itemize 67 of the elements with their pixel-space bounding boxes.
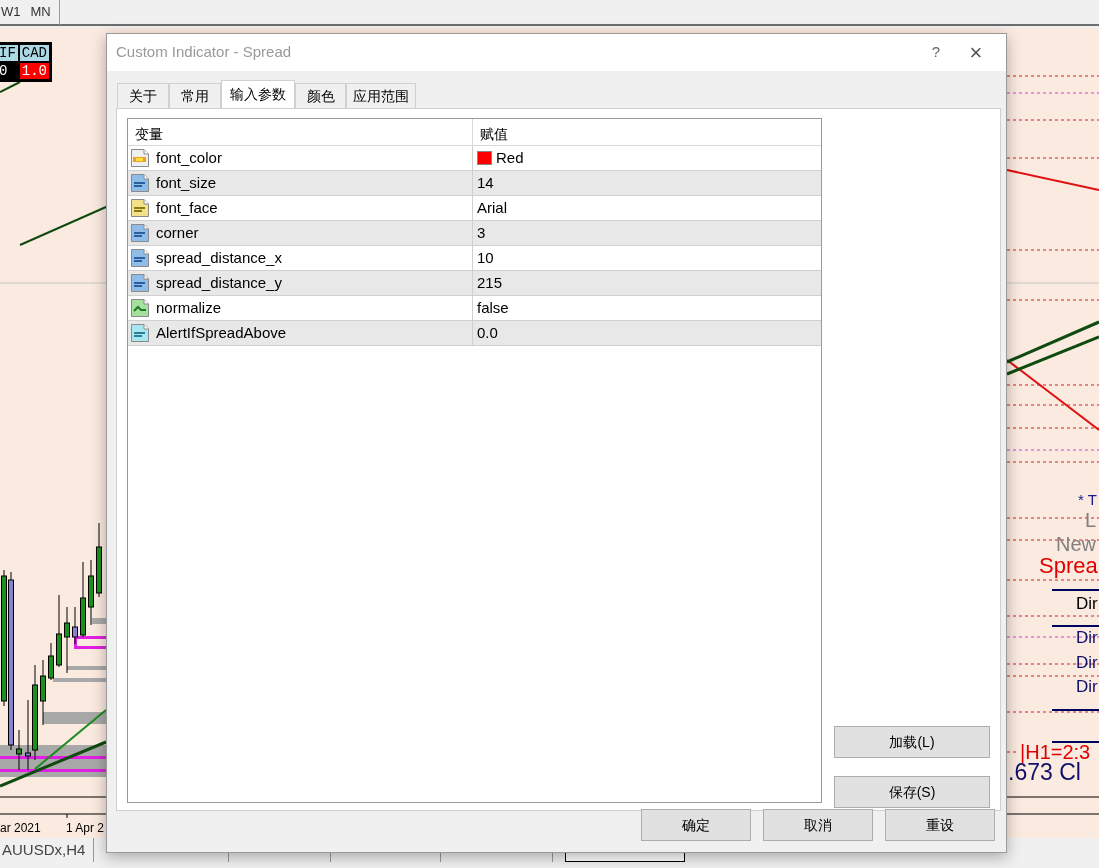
parameter-value: 14 (477, 172, 494, 193)
parameter-value: 10 (477, 247, 494, 268)
dialog-button[interactable]: 重设 (885, 809, 995, 841)
number-parameter-icon (130, 173, 150, 193)
help-button[interactable]: ? (916, 41, 956, 64)
tab[interactable]: 输入参数 (221, 80, 295, 108)
parameter-name: corner (156, 222, 199, 243)
axis-label: 1 Apr 2 (66, 820, 105, 837)
candle (88, 559, 94, 626)
number-parameter-icon (130, 223, 150, 243)
column-header: 赋值 (479, 125, 509, 144)
level-line (1051, 625, 1099, 627)
price-zone (67, 666, 106, 670)
chart-label: Dir (1076, 678, 1098, 695)
parameter-name: spread_distance_y (156, 272, 282, 293)
dialog-button[interactable]: 保存(S) (834, 776, 990, 808)
symbol-tab[interactable]: AUUSDx,H4 (0, 838, 95, 862)
level-line (1006, 751, 1018, 753)
level-line (1051, 589, 1099, 591)
parameter-name: font_color (156, 147, 222, 168)
column-header: 变量 (128, 119, 473, 145)
dialog-button[interactable]: 加载(L) (834, 726, 990, 758)
trend-line (0, 81, 21, 93)
table-header: CAD (19, 45, 50, 61)
parameter-name: font_size (156, 172, 217, 193)
chart-label: Dir (1076, 595, 1098, 612)
tab[interactable]: 颜色 (295, 83, 346, 108)
price-zone (92, 618, 106, 624)
number-parameter-icon (130, 273, 150, 293)
chart-label: L (1085, 510, 1097, 530)
parameter-name: AlertIfSpreadAbove (156, 322, 287, 343)
dialog-button[interactable]: 取消 (763, 809, 873, 841)
fraction-parameter-icon (130, 323, 150, 343)
level-line (1051, 741, 1099, 743)
dialog-button[interactable]: 确定 (641, 809, 751, 841)
candle (48, 642, 54, 681)
timeframe-button[interactable]: MN (30, 2, 51, 22)
parameter-value: 3 (477, 222, 486, 243)
chart-label: New (1056, 534, 1096, 554)
parameter-value: Arial (477, 197, 507, 218)
chart-label: Dir (1076, 654, 1098, 671)
timeframe-button[interactable]: W1 (1, 2, 21, 22)
candle (16, 729, 22, 771)
parameter-value: 215 (477, 272, 503, 293)
parameter-name: spread_distance_x (156, 247, 282, 268)
parameter-name: font_face (156, 197, 218, 218)
tab[interactable]: 关于 (117, 83, 169, 108)
candle (64, 606, 70, 674)
close-button[interactable]: × (956, 41, 996, 64)
parameter-value: false (477, 297, 509, 318)
chart-label: |H1=2:3 (1020, 742, 1091, 762)
parameter-name: normalize (156, 297, 222, 318)
chart-label: * T (1078, 492, 1097, 507)
table-cell: 1.0 (19, 63, 50, 79)
tab[interactable]: 常用 (169, 83, 221, 108)
candle (72, 606, 78, 645)
chart-label: Sprea (1039, 555, 1098, 577)
price-zone (53, 678, 106, 682)
candle (40, 659, 46, 726)
window-title: Custom Indicator - Spread (116, 42, 293, 63)
parameter-value: Red (496, 147, 524, 168)
price-zone (43, 712, 106, 724)
tab[interactable]: 应用范围 (346, 83, 416, 108)
parameter-value: 0.0 (477, 322, 498, 343)
axis-label: ar 2021 (0, 820, 41, 837)
chart-label: Dir (1076, 629, 1098, 646)
table-header: IF (0, 45, 18, 61)
